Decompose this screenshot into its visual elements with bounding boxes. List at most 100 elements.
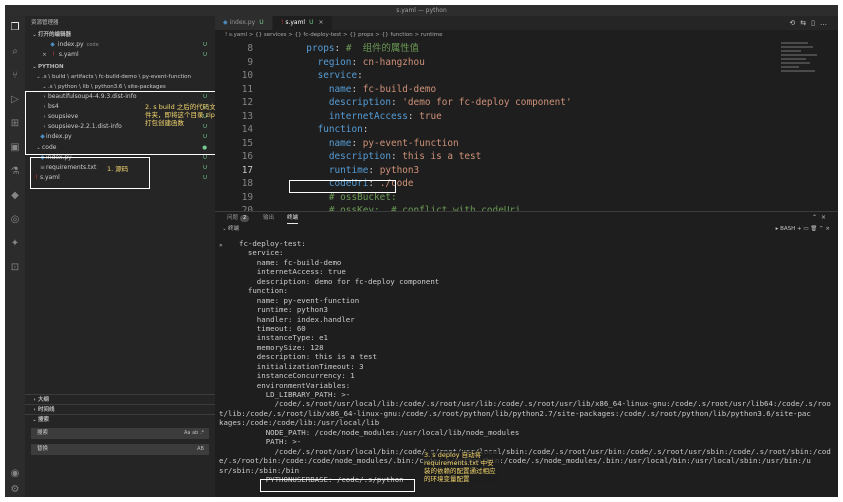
panel-actions[interactable]: ⌃× — [812, 212, 830, 224]
line-number: 9 — [247, 56, 253, 68]
code-line: 17 runtime: python3 — [215, 164, 775, 178]
terminal-line: internetAccess: true — [239, 267, 346, 277]
open-editor-item[interactable]: × ! s.yaml U — [25, 50, 215, 60]
terminal-line: /code/.s/root/usr/local/lib:/code/.s/roo… — [239, 399, 831, 409]
explorer-icon[interactable]: ❐ — [9, 22, 21, 34]
python-file-icon: ◆ — [50, 41, 55, 48]
terminal-actions[interactable]: ▸ BASH + ▭ 🗑 ⌃ × — [776, 224, 830, 234]
project-header[interactable]: ⌄PYTHON — [25, 62, 215, 72]
line-number: 20 — [241, 205, 253, 211]
code-line: 9 region: cn-hangzhou — [215, 56, 775, 70]
account-icon[interactable]: ◉ — [9, 468, 21, 480]
annotation-build: 2. s build 之后的代码文件夹，即将这个目录 zip 打包创建函数 — [145, 103, 216, 127]
terminal-line: description: this is a test — [239, 352, 377, 362]
activity-bar: ❐ ⌕ ⑂ ▷ ⊞ ▣ ⚗ ◆ ◎ ✦ ⊡ ◉ ⚙ — [5, 16, 25, 497]
code-line: 13 internetAccess: true — [215, 110, 775, 124]
timeline-header[interactable]: › 时间线 — [25, 404, 215, 414]
tab-output[interactable]: 输出 — [263, 212, 274, 224]
source-control-icon[interactable]: ⑂ — [9, 70, 21, 82]
tab-index-py[interactable]: ◆ index.py U — [215, 16, 272, 30]
line-number: 18 — [241, 178, 253, 189]
code-line: 20 # ossKey: # conflict with codeUri — [215, 204, 775, 211]
open-editors-header[interactable]: ⌄打开的编辑器 — [25, 30, 215, 40]
close-icon[interactable]: × — [319, 19, 324, 26]
annotation-deploy: 3. s deploy 自动将 requirements.txt 中安装的依赖的… — [424, 451, 499, 483]
python-file-icon: ◆ — [223, 19, 228, 26]
yaml-file-icon: ! — [281, 19, 284, 26]
line-text: name: py-event-function — [328, 137, 459, 149]
gear-icon[interactable]: ⚙ — [9, 484, 21, 496]
terminal-line: /code/.s/root/usr/local/bin:/code/.s/roo… — [239, 446, 831, 456]
tree-folder[interactable]: ⌄.s \ build \ artifacts \ fc-build-demo … — [25, 72, 215, 82]
extensions-icon[interactable]: ⊞ — [9, 118, 21, 130]
code-line: 8 props: # 组件的属性值 — [215, 42, 775, 56]
editor-tabs: ◆ index.py U ! s.yaml U × ⟲⇆▯… — [215, 16, 838, 30]
gitlens-icon[interactable]: ◎ — [9, 214, 21, 226]
minimap[interactable] — [781, 42, 826, 102]
docker-icon[interactable]: ◆ — [9, 190, 21, 202]
terminal-header: ⌄终端 ▸ BASH + ▭ 🗑 ⌃ × — [222, 224, 830, 234]
close-icon[interactable]: × — [41, 50, 48, 60]
sidebar-title: 资源管理器 — [31, 20, 59, 26]
terminal-line: timeout: 60 — [239, 323, 306, 333]
plugin-icon[interactable]: ✦ — [9, 238, 21, 250]
terminal-line: environmentVariables: — [239, 380, 351, 390]
terminal-line: service: — [239, 248, 284, 258]
terminal-line: fc-deploy-test: — [239, 239, 306, 248]
run-debug-icon[interactable]: ▷ — [9, 94, 21, 106]
tab-terminal[interactable]: 终端 — [287, 212, 299, 224]
outline-header[interactable]: › 大纲 — [25, 394, 215, 404]
line-text: internetAccess: true — [328, 110, 442, 122]
terminal-line: runtime: python3 — [239, 305, 328, 315]
terminal-line: description: demo for fc-deploy componen… — [239, 276, 440, 286]
terminal-line: sr/sbin:/sbin:/bin — [219, 465, 300, 475]
bottom-panel: 问题 2 输出 终端 ⌃× ⌄终端 ▸ BASH + ▭ 🗑 ⌃ × » fc-d… — [215, 211, 838, 497]
code-line: 12 description: 'demo for fc-deploy comp… — [215, 96, 775, 110]
callout-box-codeuri — [289, 180, 396, 193]
terminal-line: name: fc-build-demo — [239, 257, 342, 267]
explorer-sidebar: 资源管理器 ⌄打开的编辑器 ◆ index.py code U × ! s.yam… — [25, 16, 215, 497]
tab-s-yaml[interactable]: ! s.yaml U × — [273, 16, 332, 30]
annotation-source: 1. 源码 — [107, 165, 129, 173]
line-text: # ossKey: # conflict with codeUri — [328, 205, 521, 211]
line-number: 13 — [241, 110, 253, 122]
line-number: 16 — [241, 151, 253, 162]
search-icon[interactable]: ⌕ — [9, 46, 21, 58]
line-number: 8 — [247, 43, 253, 54]
line-text: description: this is a test — [328, 151, 482, 162]
replace-input[interactable]: 替换 AB — [31, 444, 209, 455]
line-number: 14 — [241, 124, 253, 135]
line-number: 11 — [241, 83, 253, 95]
open-editor-item[interactable]: ◆ index.py code U — [25, 40, 215, 50]
terminal-line: name: py-event-function — [239, 295, 360, 305]
callout-box-pythonuserbase — [260, 479, 415, 492]
terminal-line: handler: index.handler — [239, 314, 355, 324]
remote-explorer-icon[interactable]: ▣ — [9, 142, 21, 154]
editor-actions[interactable]: ⟲⇆▯… — [789, 16, 832, 30]
panel-tabs: 问题 2 输出 终端 ⌃× — [215, 212, 838, 224]
yaml-file-icon: ! — [52, 51, 55, 58]
search-header[interactable]: ⌄搜索 — [25, 414, 215, 424]
code-line: 11 name: fc-build-demo — [215, 83, 775, 97]
tab-problems[interactable]: 问题 2 — [227, 212, 250, 224]
window-title: s.yaml — python — [5, 5, 838, 16]
sitemap-icon[interactable]: ⊡ — [9, 262, 21, 274]
breadcrumb[interactable]: ! s.yaml > {} services > {} fc-deploy-te… — [215, 30, 838, 40]
testing-icon[interactable]: ⚗ — [9, 166, 21, 178]
code-line: 16 description: this is a test — [215, 150, 775, 164]
terminal-line: t/lib:/code/.s/root/lib/x86_64-linux-gnu… — [219, 408, 811, 418]
vscode-window: s.yaml — python ❐ ⌕ ⑂ ▷ ⊞ ▣ ⚗ ◆ ◎ ✦ ⊡ ◉ … — [5, 5, 838, 497]
code-line: 14 function: — [215, 123, 775, 137]
line-number: 10 — [241, 70, 253, 81]
terminal-line: memorySize: 128 — [239, 342, 324, 352]
code-line: 10 service: — [215, 69, 775, 83]
code-line: 15 name: py-event-function — [215, 137, 775, 151]
terminal-output[interactable]: fc-deploy-test: service: name: fc-build-… — [215, 239, 838, 497]
line-text: description: 'demo for fc-deploy compone… — [328, 97, 572, 108]
search-input[interactable]: 搜索 Aa ab .* — [31, 428, 209, 439]
terminal-line: function: — [239, 286, 288, 296]
line-text: runtime: python3 — [328, 164, 420, 176]
terminal-line: instanceConcurrency: 1 — [239, 371, 355, 381]
terminal-line: e/.s/root/bin:/code:/code/node_modules/.… — [219, 456, 811, 466]
line-number: 15 — [241, 137, 253, 149]
